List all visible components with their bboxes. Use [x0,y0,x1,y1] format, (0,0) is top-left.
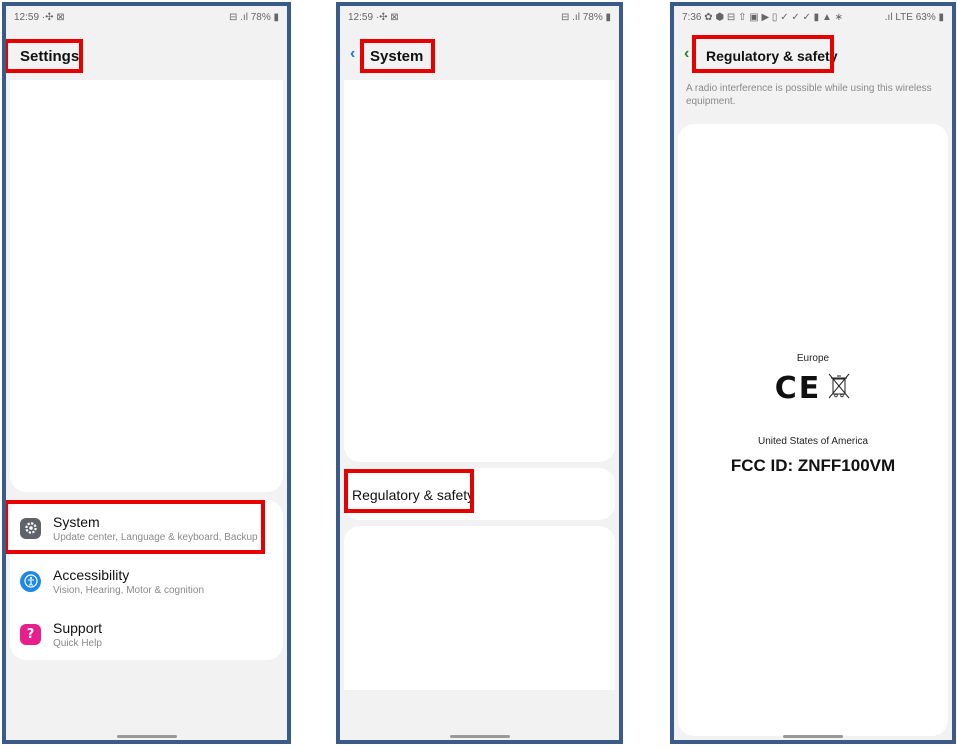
item-subtitle: Vision, Hearing, Motor & cognition [53,584,205,596]
settings-item-support[interactable]: ? Support Quick Help [16,608,277,660]
title-highlight-box [360,39,435,73]
regulatory-content-card [678,124,948,736]
status-time: 12:59 ·✣ ⊠ [348,11,399,23]
home-indicator [783,735,843,738]
status-indicators: .ıl LTE 63% ▮ [884,11,944,23]
title-highlight-box [692,35,834,73]
ce-mark-row: CE [674,370,952,406]
status-indicators: ⊟ .ıl 78% ▮ [228,11,279,23]
region-europe-label: Europe [796,353,830,364]
status-indicators: ⊟ .ıl 78% ▮ [560,11,611,23]
title-highlight-box [6,39,83,73]
settings-item-accessibility[interactable]: Accessibility Vision, Hearing, Motor & c… [16,555,277,607]
home-indicator [116,735,177,738]
item-subtitle: Quick Help [53,637,102,649]
content-card-lower [344,526,615,690]
interference-description: A radio interference is possible while u… [686,83,932,107]
status-bar: 12:59 ·✣ ⊠ ⊟ .ıl 78% ▮ [6,6,287,28]
back-arrow-icon[interactable]: ‹ [350,46,355,62]
weee-bin-icon [827,372,851,405]
home-indicator [449,735,510,738]
item-title: Accessibility [53,566,130,583]
status-time: 12:59 ·✣ ⊠ [14,11,65,23]
accessibility-icon [20,570,41,592]
fcc-id-label: FCC ID: ZNFF100VM [730,456,896,475]
region-usa-label: United States of America [757,436,869,447]
settings-screen: 12:59 ·✣ ⊠ ⊟ .ıl 78% ▮ Settings System U… [2,2,291,744]
system-highlight-box [6,500,265,554]
item-title: Support [53,619,103,636]
regulatory-highlight-box [344,469,474,513]
regulatory-screen: 7:36 ✿ ⬢ ⊟ ⇧ ▣ ▶ ▯ ✓ ✓ ✓ ▮ ▲ ∗ .ıl LTE 6… [670,2,956,744]
question-icon: ? [20,623,41,645]
ce-mark: CE [774,370,822,406]
content-card-blank [10,80,283,492]
status-bar: 7:36 ✿ ⬢ ⊟ ⇧ ▣ ▶ ▯ ✓ ✓ ✓ ▮ ▲ ∗ .ıl LTE 6… [674,6,952,28]
content-card-blank [344,80,615,462]
status-time: 7:36 ✿ ⬢ ⊟ ⇧ ▣ ▶ ▯ ✓ ✓ ✓ ▮ ▲ ∗ [682,11,844,23]
system-screen: 12:59 ·✣ ⊠ ⊟ .ıl 78% ▮ ‹ System Regulato… [336,2,623,744]
status-bar: 12:59 ·✣ ⊠ ⊟ .ıl 78% ▮ [340,6,619,28]
back-arrow-icon[interactable]: ‹ [684,46,689,62]
